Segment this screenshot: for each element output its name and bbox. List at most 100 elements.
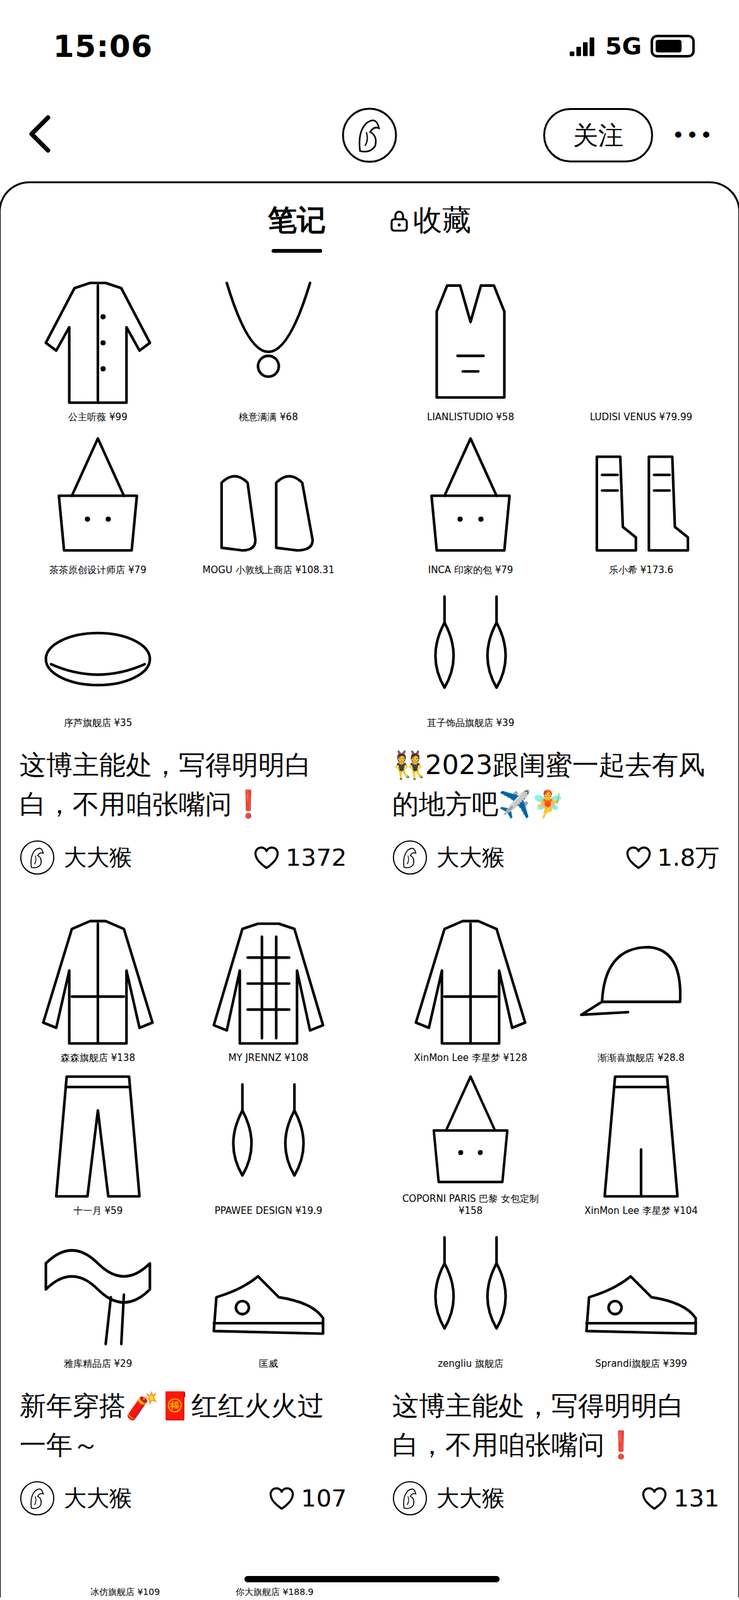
author-avatar-icon[interactable] xyxy=(19,839,55,875)
like-button[interactable]: 1372 xyxy=(252,843,347,872)
author-avatar-icon[interactable] xyxy=(392,839,428,875)
jacket-icon xyxy=(32,915,163,1051)
product-sketch xyxy=(387,581,554,716)
product-item: LIANLISTUDIO ¥58 xyxy=(387,275,554,425)
home-indicator[interactable] xyxy=(244,1575,500,1582)
product-item: 匡威 xyxy=(185,1221,352,1371)
note-cover[interactable]: LIANLISTUDIO ¥58LUDISI VENUS ¥79.99INCA … xyxy=(387,275,725,731)
like-count: 1372 xyxy=(285,843,347,872)
product-sketch xyxy=(185,275,352,410)
heart-icon[interactable] xyxy=(267,1483,296,1512)
product-label: COPORNI PARIS 巴黎 女包定制 ¥158 xyxy=(387,1191,554,1218)
product-sketch xyxy=(185,1068,352,1204)
like-button[interactable]: 107 xyxy=(267,1483,347,1512)
product-sketch xyxy=(14,1221,182,1357)
like-button[interactable]: 1.8万 xyxy=(624,841,720,874)
product-label: 乐小希 ¥173.6 xyxy=(606,562,676,578)
network-label: 5G xyxy=(605,32,642,61)
heart-icon[interactable] xyxy=(640,1483,669,1512)
next-notes-row: 冰仿旗舰店 ¥109 你大旗舰店 ¥188.9 xyxy=(0,1585,739,1597)
sweater-icon xyxy=(203,915,334,1051)
note-title[interactable]: 新年穿搭🧨🧧红红火火过一年～ xyxy=(14,1385,352,1465)
product-item: 渐渐喜旗舰店 ¥28.8 xyxy=(557,915,725,1065)
heart-icon[interactable] xyxy=(624,843,653,872)
note-cover[interactable]: XinMon Lee 李星梦 ¥128 渐渐喜旗舰店 ¥28.8 COPORNI P… xyxy=(387,915,725,1371)
note-meta: 大大猴 131 xyxy=(387,1479,725,1516)
more-button[interactable]: ••• xyxy=(672,122,714,148)
product-item: XinMon Lee 李星梦 ¥128 xyxy=(387,915,554,1065)
note-title[interactable]: 这博主能处，写得明明白白，不用咱张嘴问❗ xyxy=(14,745,352,824)
product-sketch xyxy=(185,1221,352,1357)
product-sketch xyxy=(387,428,554,563)
scarf-icon xyxy=(32,1221,163,1357)
heart-icon[interactable] xyxy=(252,843,281,872)
note-card[interactable]: 公主听薇 ¥99桃意满满 ¥68茶茶原创设计师店 ¥79MOGU 小敦线上商店 … xyxy=(14,275,352,876)
author-avatar-icon[interactable] xyxy=(392,1479,428,1516)
tab[interactable]: 笔记 xyxy=(267,190,326,253)
product-item: 公主听薇 ¥99 xyxy=(14,275,182,425)
author-name[interactable]: 大大猴 xyxy=(436,841,616,873)
product-label: 渐渐喜旗舰店 ¥28.8 xyxy=(594,1050,688,1065)
product-item: 茶茶原创设计师店 ¥79 xyxy=(14,428,182,578)
tab-label-row: 收藏 xyxy=(389,200,472,241)
product-label: PPAWEE DESIGN ¥19.9 xyxy=(212,1203,326,1218)
note-title[interactable]: 这博主能处，写得明明白白，不用咱张嘴问❗ xyxy=(387,1385,725,1465)
back-icon[interactable] xyxy=(25,113,54,155)
clock: 15:06 xyxy=(53,28,153,64)
product-item: 十一月 ¥59 xyxy=(14,1068,182,1218)
product-item: 森森旗舰店 ¥138 xyxy=(14,915,182,1065)
product-label: LUDISI VENUS ¥79.99 xyxy=(587,409,695,425)
status-bar: 15:06 5G xyxy=(0,0,739,92)
like-button[interactable]: 131 xyxy=(640,1483,720,1512)
product-label: LIANLISTUDIO ¥58 xyxy=(424,409,517,425)
product-item: COPORNI PARIS 巴黎 女包定制 ¥158 xyxy=(387,1068,554,1218)
notes-grid: 公主听薇 ¥99桃意满满 ¥68茶茶原创设计师店 ¥79MOGU 小敦线上商店 … xyxy=(0,260,739,1516)
like-count: 131 xyxy=(673,1483,720,1512)
tab[interactable]: 收藏 xyxy=(389,190,472,253)
product-label: 冰仿旗舰店 ¥109 xyxy=(90,1585,160,1597)
battery-icon xyxy=(650,34,695,58)
product-sketch xyxy=(14,1068,182,1204)
product-label: 公主听薇 ¥99 xyxy=(65,409,130,425)
earrings-icon xyxy=(203,1068,334,1204)
author-avatar-icon[interactable] xyxy=(19,1479,55,1516)
author-name[interactable]: 大大猴 xyxy=(436,1482,632,1514)
product-label: XinMon Lee 李星梦 ¥128 xyxy=(411,1050,530,1065)
product-label: 匡威 xyxy=(256,1356,281,1371)
note-title[interactable]: 👯2023跟闺蜜一起去有风的地方吧✈️🧚 xyxy=(387,745,725,824)
note-card[interactable]: 森森旗舰店 ¥138 MY JRENNZ ¥108 十一月 ¥59 PPAWEE DE… xyxy=(14,915,352,1516)
product-label: MY JRENNZ ¥108 xyxy=(226,1050,312,1065)
like-count: 1.8万 xyxy=(657,841,720,874)
bag-icon xyxy=(405,1068,536,1192)
next-cover[interactable]: 冰仿旗舰店 ¥109 你大旗舰店 ¥188.9 xyxy=(14,1585,352,1597)
cardigan-icon xyxy=(32,275,163,410)
avatar-icon[interactable] xyxy=(341,106,398,164)
product-sketch xyxy=(557,915,725,1051)
note-card[interactable]: XinMon Lee 李星梦 ¥128 渐渐喜旗舰店 ¥28.8 COPORNI P… xyxy=(387,915,725,1516)
product-label: 茶茶原创设计师店 ¥79 xyxy=(46,562,149,578)
product-label: 雅库精品店 ¥29 xyxy=(61,1356,135,1371)
back-button[interactable] xyxy=(25,113,342,157)
product-item: 雅库精品店 ¥29 xyxy=(14,1221,182,1371)
next-cover[interactable] xyxy=(387,1585,725,1597)
note-card[interactable]: LIANLISTUDIO ¥58LUDISI VENUS ¥79.99INCA … xyxy=(387,275,725,876)
product-item: PPAWEE DESIGN ¥19.9 xyxy=(185,1068,352,1218)
product-item: MY JRENNZ ¥108 xyxy=(185,915,352,1065)
note-cover[interactable]: 森森旗舰店 ¥138 MY JRENNZ ¥108 十一月 ¥59 PPAWEE DE… xyxy=(14,915,352,1371)
note-cover[interactable]: 公主听薇 ¥99桃意满满 ¥68茶茶原创设计师店 ¥79MOGU 小敦线上商店 … xyxy=(14,275,352,731)
product-label: XinMon Lee 李星梦 ¥104 xyxy=(581,1203,701,1218)
like-count: 107 xyxy=(300,1483,347,1512)
product-label: Sprandi旗舰店 ¥399 xyxy=(592,1356,690,1371)
product-label: 你大旗舰店 ¥188.9 xyxy=(235,1585,314,1597)
author-name[interactable]: 大大猴 xyxy=(63,1482,259,1514)
follow-button[interactable]: 关注 xyxy=(543,108,654,163)
jacket-icon xyxy=(405,915,536,1051)
product-sketch xyxy=(387,1068,554,1192)
product-sketch xyxy=(387,915,554,1051)
product-label: 森森旗舰店 ¥138 xyxy=(58,1050,138,1065)
product-item: LUDISI VENUS ¥79.99 xyxy=(557,275,725,425)
author-name[interactable]: 大大猴 xyxy=(63,841,244,873)
product-item: 苴子饰品旗舰店 ¥39 xyxy=(387,581,554,731)
sneakers-icon xyxy=(576,1221,707,1357)
